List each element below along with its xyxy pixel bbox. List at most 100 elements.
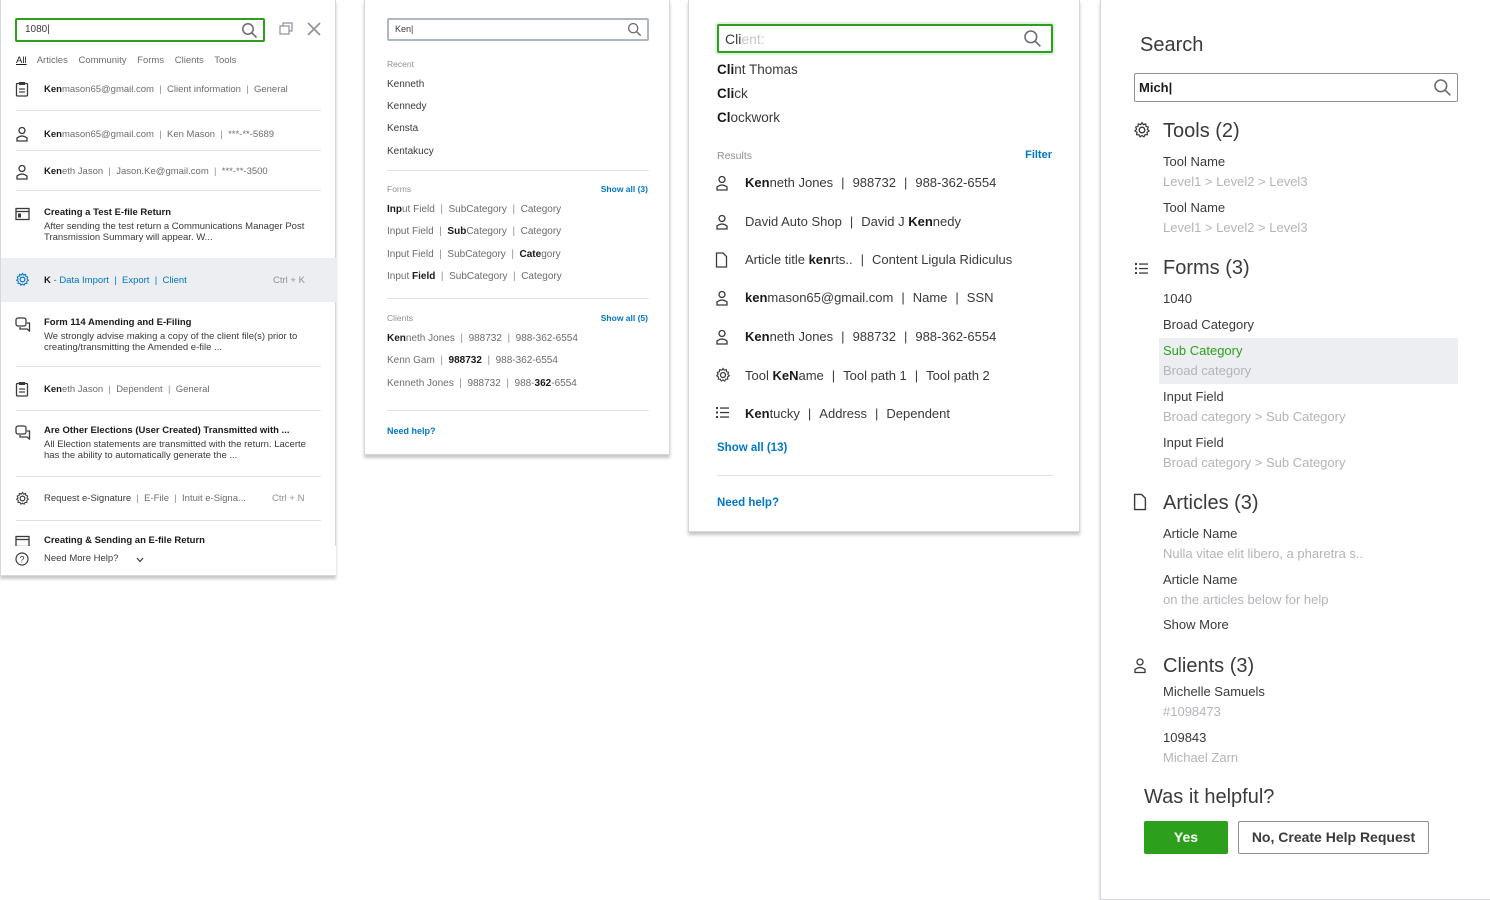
article-name[interactable]: Article Name — [1163, 572, 1237, 587]
client-row[interactable]: Kenneth Jones | 988732 | 988-362-6554 — [387, 333, 578, 344]
result-row[interactable]: Article title kenrts.. | Content Ligula Ri… — [745, 252, 1012, 267]
section-label-clients: Clients — [387, 313, 413, 323]
search-icon[interactable] — [1433, 78, 1452, 97]
divider — [387, 298, 649, 299]
result-row[interactable]: Kentucky | Address | Dependent — [745, 406, 950, 421]
recent-item[interactable]: Kensta — [387, 123, 418, 134]
section-heading-articles: Articles (3) — [1163, 492, 1259, 514]
list-item[interactable]: Kenmason65@gmail.com | Client informatio… — [44, 84, 288, 95]
tab-community[interactable]: Community — [78, 55, 126, 66]
form-item[interactable]: Input Field — [1163, 389, 1224, 404]
divider — [16, 476, 321, 477]
yes-button[interactable]: Yes — [1144, 821, 1228, 854]
form-item[interactable]: Broad Category — [1163, 317, 1254, 332]
tool-name: - Data Import — [50, 275, 109, 286]
forms-show-all-link[interactable]: Show all (3) — [601, 184, 648, 194]
search-input-value: Mich| — [1139, 80, 1173, 95]
form-path: Broad category — [1163, 363, 1252, 378]
article-result[interactable]: Creating a Test E-file Return After send… — [44, 207, 314, 243]
form-row[interactable]: Input Field | SubCategory | Category — [387, 271, 562, 282]
clients-show-all-link[interactable]: Show all (5) — [601, 313, 648, 323]
close-icon[interactable] — [306, 21, 322, 37]
show-all-link[interactable]: Show all (13) — [717, 442, 787, 454]
article-title: Creating & Sending an E-file Return — [44, 535, 205, 546]
row-part: Jason.Ke@gmail.com — [116, 166, 209, 177]
typed-text: Cli — [725, 31, 742, 47]
gear-icon — [715, 367, 731, 382]
tab-forms[interactable]: Forms — [137, 55, 164, 66]
search-input[interactable]: Client: — [717, 24, 1053, 53]
form-subcategory: SubCategory — [447, 249, 506, 260]
recent-item[interactable]: Kentakucy — [387, 146, 434, 157]
tool-result[interactable]: K - Data Import | Export | Client — [44, 275, 187, 286]
tool-result[interactable]: Request e-Signature | E-File | Intuit e-… — [44, 493, 246, 504]
form-item-selected[interactable]: Sub Category — [1163, 343, 1243, 358]
client-row[interactable]: Kenn Gam | 988732 | 988-362-6554 — [387, 355, 558, 366]
tool-name[interactable]: Tool Name — [1163, 154, 1225, 169]
chat-bubbles-icon — [15, 425, 31, 440]
article-result[interactable]: Creating & Sending an E-file Return — [44, 535, 205, 546]
chevron-down-icon[interactable] — [136, 557, 144, 563]
list-item[interactable]: Keneth Jason | Jason.Ke@gmail.com | ***-… — [44, 166, 268, 177]
need-more-help-link[interactable]: Need More Help? — [44, 553, 118, 564]
person-icon — [16, 126, 28, 142]
row-part: Dependent — [116, 384, 163, 395]
article-snippet: After sending the test return a Communic… — [44, 221, 305, 243]
popout-icon[interactable] — [278, 21, 294, 37]
show-more-link[interactable]: Show More — [1163, 617, 1229, 632]
article-result[interactable]: Are Other Elections (User Created) Trans… — [44, 425, 314, 461]
form-field: Input Field — [387, 249, 434, 260]
tool-path: E-File — [144, 493, 169, 504]
result-row[interactable]: Kenneth Jones | 988732 | 988-362-6554 — [745, 329, 996, 344]
search-input[interactable]: Ken| — [387, 18, 649, 41]
filter-link[interactable]: Filter — [1025, 149, 1052, 161]
client-name[interactable]: Michelle Samuels — [1163, 684, 1265, 699]
recent-item[interactable]: Kennedy — [387, 101, 426, 112]
need-help-link[interactable]: Need help? — [387, 426, 436, 436]
tab-articles[interactable]: Articles — [37, 55, 68, 66]
form-item[interactable]: Input Field — [1163, 435, 1224, 450]
form-row[interactable]: Input Field | SubCategory | Category — [387, 249, 561, 260]
search-input[interactable]: 1080| — [15, 18, 265, 42]
client-name: Kenneth Jones — [387, 378, 454, 389]
tab-clients[interactable]: Clients — [175, 55, 204, 66]
gear-icon — [15, 491, 30, 505]
result-row[interactable]: Kenneth Jones | 988732 | 988-362-6554 — [745, 175, 996, 190]
tool-name[interactable]: Tool Name — [1163, 200, 1225, 215]
suggestion-item[interactable]: Clint Thomas — [717, 62, 798, 77]
create-help-request-button[interactable]: No, Create Help Request — [1238, 821, 1429, 854]
search-panel-grouped: Ken| Recent Kenneth Kennedy Kensta Kenta… — [364, 0, 670, 455]
client-id: 988732 — [468, 333, 502, 344]
search-input-value: 1080| — [25, 24, 50, 35]
form-row[interactable]: Input Field | SubCategory | Category — [387, 204, 561, 215]
search-icon[interactable] — [1023, 29, 1042, 48]
match-text: Ken — [44, 384, 62, 395]
match-text: Inp — [387, 204, 402, 215]
client-row[interactable]: Kenneth Jones | 988732 | 988-362-6554 — [387, 378, 577, 389]
suggestion-item[interactable]: Click — [717, 86, 748, 101]
section-heading-forms: Forms (3) — [1163, 257, 1250, 279]
article-window-icon — [15, 207, 30, 221]
article-result[interactable]: Form 114 Amending and E-Filing We strong… — [44, 317, 314, 353]
list-item[interactable]: Kenmason65@gmail.com | Ken Mason | ***-*… — [44, 129, 274, 140]
list-item[interactable]: Keneth Jason | Dependent | General — [44, 384, 210, 395]
svg-text:?: ? — [19, 555, 24, 565]
tab-tools[interactable]: Tools — [214, 55, 236, 66]
person-icon — [716, 214, 728, 230]
search-icon[interactable] — [241, 22, 258, 39]
result-row[interactable]: kenmason65@gmail.com | Name | SSN — [745, 290, 994, 305]
result-row[interactable]: Tool KeName | Tool path 1 | Tool path 2 — [745, 368, 990, 383]
recent-item[interactable]: Kenneth — [387, 79, 424, 90]
match-text: Cli — [717, 86, 735, 101]
result-row[interactable]: David Auto Shop | David J Kennedy — [745, 214, 961, 229]
suggestion-item[interactable]: Clockwork — [717, 110, 780, 125]
search-input[interactable]: Mich| — [1134, 73, 1458, 102]
article-name[interactable]: Article Name — [1163, 526, 1237, 541]
form-row[interactable]: Input Field | SubCategory | Category — [387, 226, 561, 237]
tab-all[interactable]: All — [16, 55, 27, 66]
suggestion-text: ockwork — [730, 110, 781, 125]
need-help-link[interactable]: Need help? — [717, 497, 779, 509]
form-item[interactable]: 1040 — [1163, 291, 1192, 306]
search-icon[interactable] — [627, 22, 642, 37]
client-name[interactable]: 109843 — [1163, 730, 1206, 745]
